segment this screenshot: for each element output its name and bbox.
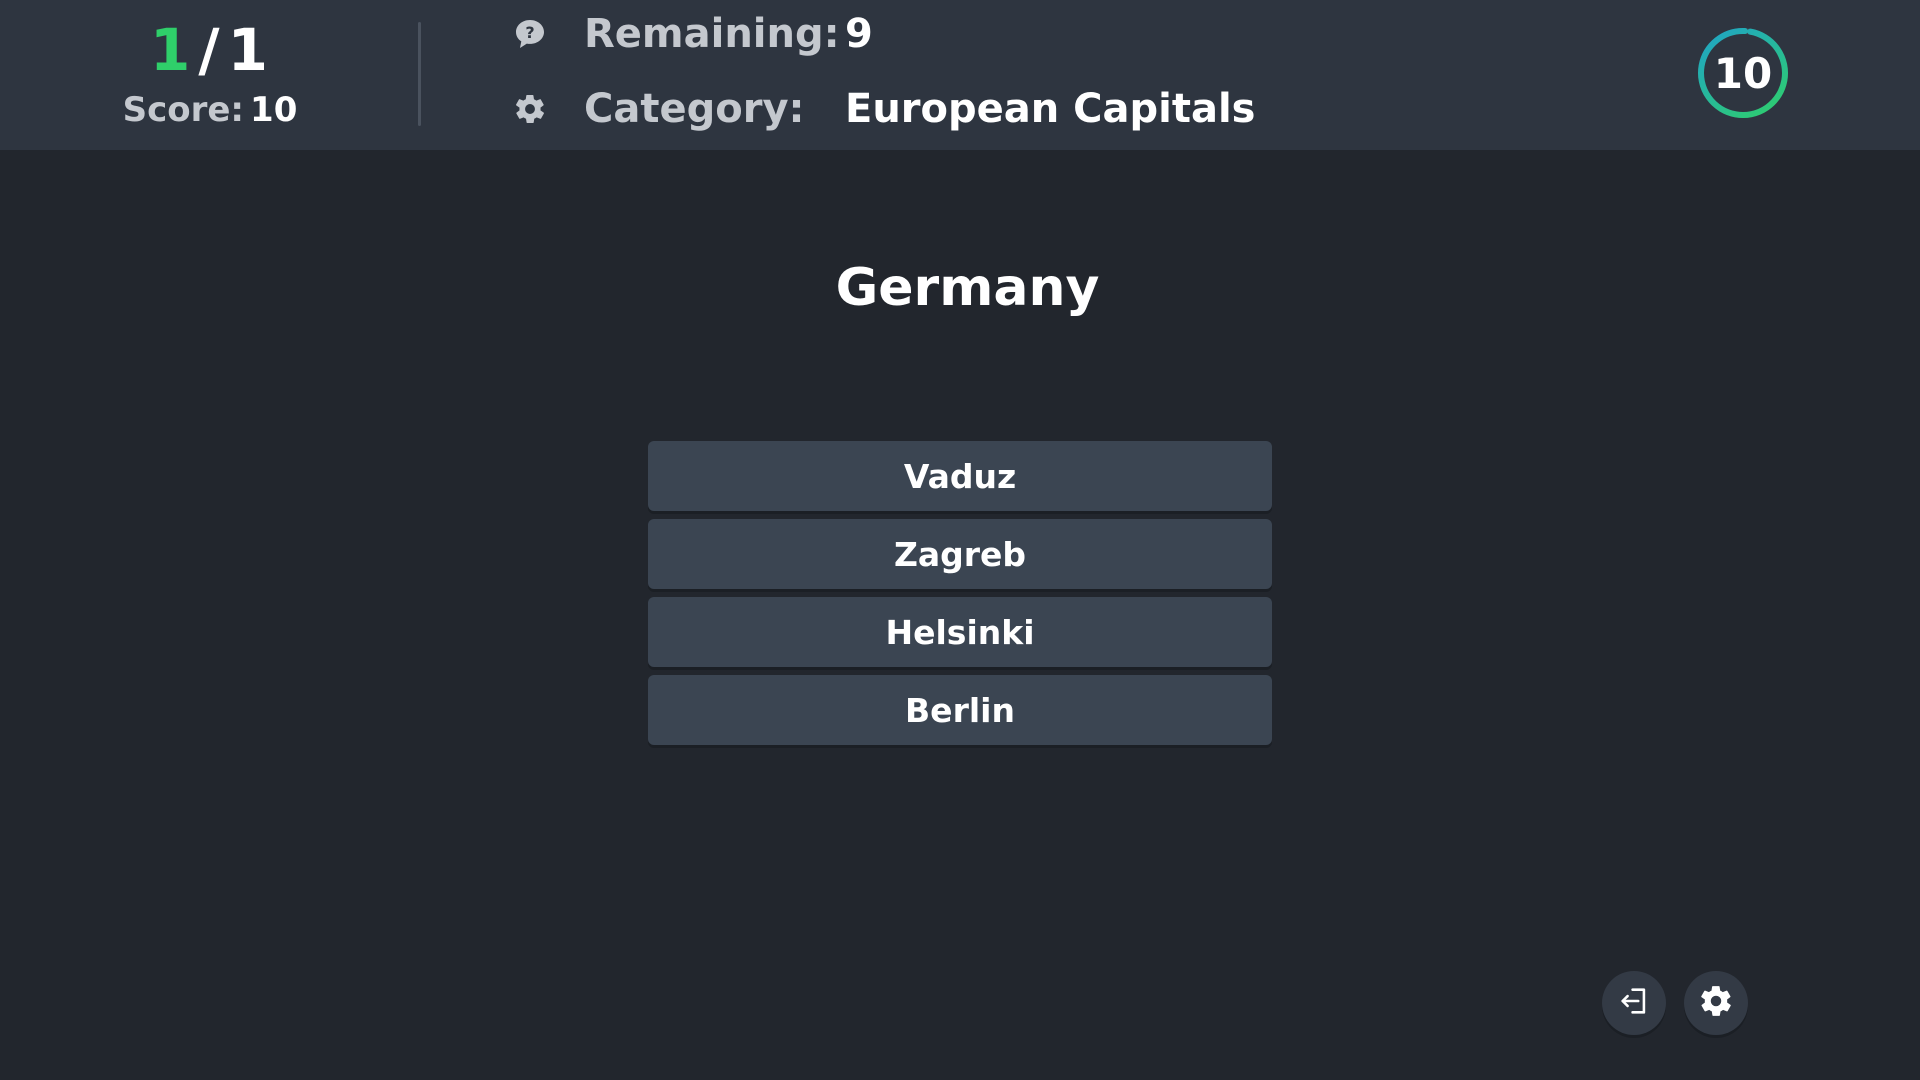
question-bubble-icon: ? [510, 14, 550, 54]
total-count: 1 [227, 16, 270, 84]
gear-icon [1698, 983, 1734, 1023]
correct-count: 1 [150, 16, 193, 84]
progress-counter: 1/1 Score: 10 [110, 16, 310, 132]
remaining-label: Remaining: [584, 11, 840, 57]
progress-line: 1/1 [110, 16, 310, 84]
answer-button[interactable]: Vaduz [648, 441, 1272, 511]
question-text: Germany [835, 258, 1100, 318]
progress-separator: / [198, 16, 222, 84]
answer-button[interactable]: Berlin [648, 675, 1272, 745]
timer-value: 10 [1713, 48, 1773, 98]
category-row: Category: European Capitals [510, 79, 1256, 139]
remaining-value: 9 [845, 11, 873, 57]
score-label: Score: [122, 90, 245, 130]
exit-button[interactable] [1602, 971, 1666, 1035]
answer-list: Vaduz Zagreb Helsinki Berlin [648, 441, 1272, 753]
countdown-timer: 10 [1695, 25, 1791, 121]
svg-text:?: ? [525, 23, 534, 42]
settings-button[interactable] [1684, 971, 1748, 1035]
top-bar: 1/1 Score: 10 ? Remaining: 9 Category: Eu… [0, 0, 1920, 150]
score: Score: 10 [110, 88, 310, 132]
remaining-row: ? Remaining: 9 [510, 4, 873, 64]
gear-icon [510, 89, 550, 129]
header-divider [418, 22, 421, 126]
exit-icon [1617, 984, 1651, 1022]
category-label: Category: [584, 86, 805, 132]
answer-button[interactable]: Zagreb [648, 519, 1272, 589]
answer-button[interactable]: Helsinki [648, 597, 1272, 667]
category-value: European Capitals [845, 86, 1256, 132]
score-value: 10 [250, 90, 298, 130]
